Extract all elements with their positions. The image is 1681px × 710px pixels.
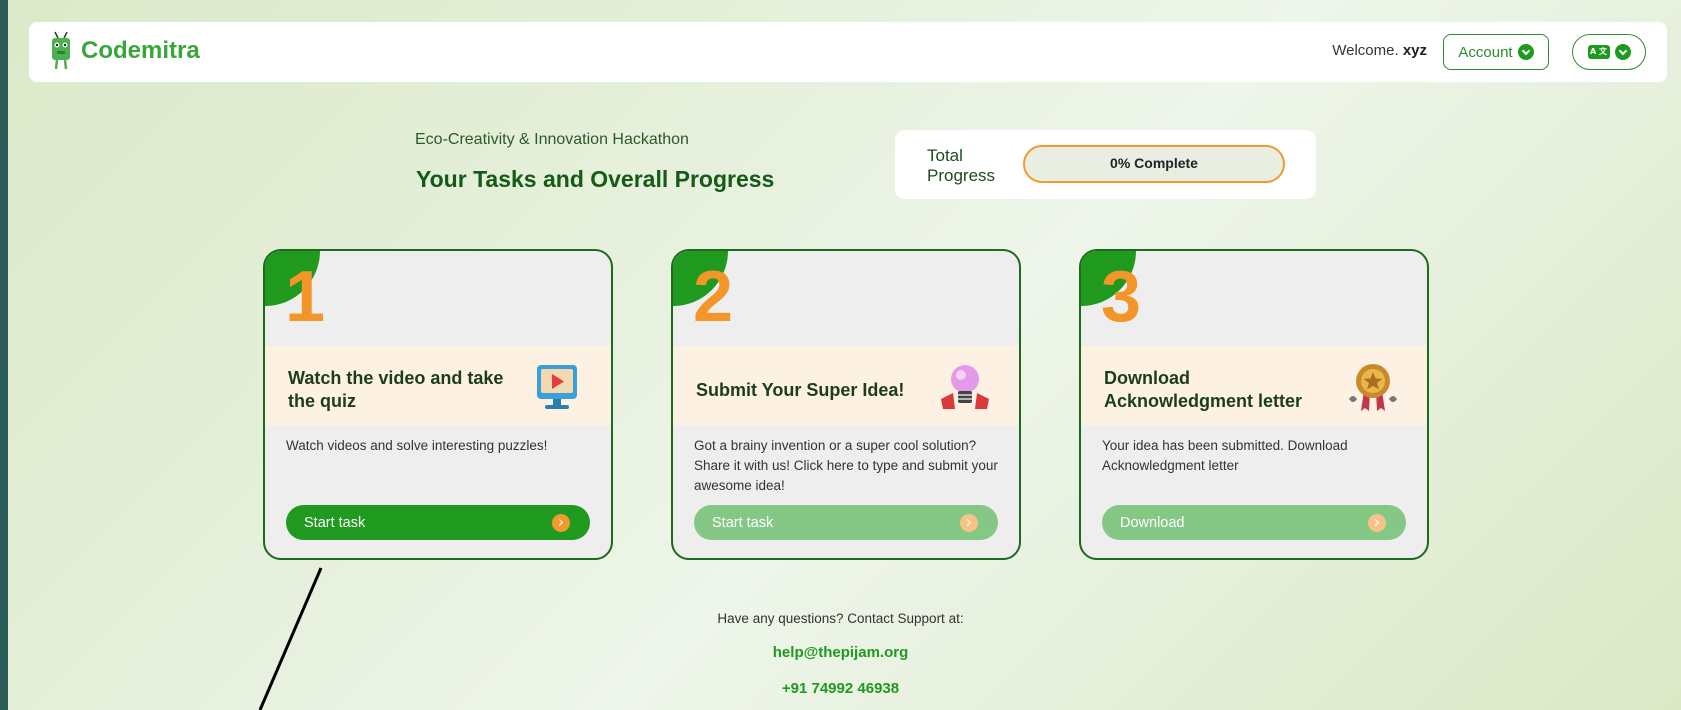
support-text: Have any questions? Contact Support at: (717, 611, 964, 626)
page-title: Your Tasks and Overall Progress (416, 166, 775, 192)
brand-logo[interactable]: Codemitra (47, 30, 200, 72)
task-number: 2 (693, 257, 734, 337)
welcome-message: Welcome. xyz (1332, 42, 1427, 59)
task-description: Watch videos and solve interesting puzzl… (286, 438, 548, 453)
video-monitor-icon (537, 365, 577, 409)
support-email-link[interactable]: help@thepijam.org (0, 644, 1681, 661)
task-number: 1 (285, 257, 326, 337)
account-dropdown-button[interactable]: Account (1443, 34, 1549, 70)
brand-name: Codemitra (81, 37, 200, 64)
arrow-right-icon (552, 514, 570, 532)
total-progress-card: Total Progress 0% Complete (895, 130, 1316, 199)
arrow-right-icon (960, 514, 978, 532)
translate-icon: A 文 (1587, 45, 1610, 59)
task-title: Download Acknowledgment letter (1104, 368, 1303, 411)
medal-icon (1349, 364, 1397, 411)
language-dropdown-button[interactable]: A 文 (1572, 34, 1646, 70)
task-card-3: 3 Download Acknowledgment letter Your id… (1079, 249, 1429, 560)
top-navbar: Codemitra Welcome. xyz Account A 文 (29, 22, 1667, 82)
progress-bar: 0% Complete (1023, 145, 1285, 183)
start-task-button[interactable]: Start task (286, 505, 590, 540)
download-button[interactable]: Download (1102, 505, 1406, 540)
robot-mascot-icon (52, 31, 70, 70)
task-description: Got a brainy invention or a super cool s… (694, 438, 998, 493)
start-task-button[interactable]: Start task (694, 505, 998, 540)
lightbulb-icon (941, 365, 989, 409)
task-description: Your idea has been submitted. Download A… (1102, 438, 1348, 473)
event-name: Eco-Creativity & Innovation Hackathon (415, 131, 689, 148)
username: xyz (1402, 42, 1427, 59)
welcome-prefix: Welcome. (1332, 42, 1399, 59)
task-title: Submit Your Super Idea! (696, 380, 905, 400)
task-number: 3 (1101, 257, 1142, 337)
progress-text: 0% Complete (1110, 155, 1198, 171)
task-card-2: 2 Submit Your Super Idea! Got a brainy i… (671, 249, 1021, 560)
chevron-down-icon (1614, 44, 1631, 60)
chevron-down-icon (1517, 44, 1534, 60)
page-background: Codemitra Welcome. xyz Account A 文 Eco-C… (8, 0, 1681, 710)
task-card-1: 1 Watch the video and take the quiz Watc… (263, 249, 613, 560)
progress-label: Total Progress (927, 146, 996, 185)
arrow-right-icon (1368, 514, 1386, 532)
account-label: Account (1458, 43, 1513, 61)
support-phone-link[interactable]: +91 74992 46938 (0, 680, 1681, 697)
task-title: Watch the video and take the quiz (288, 368, 504, 411)
